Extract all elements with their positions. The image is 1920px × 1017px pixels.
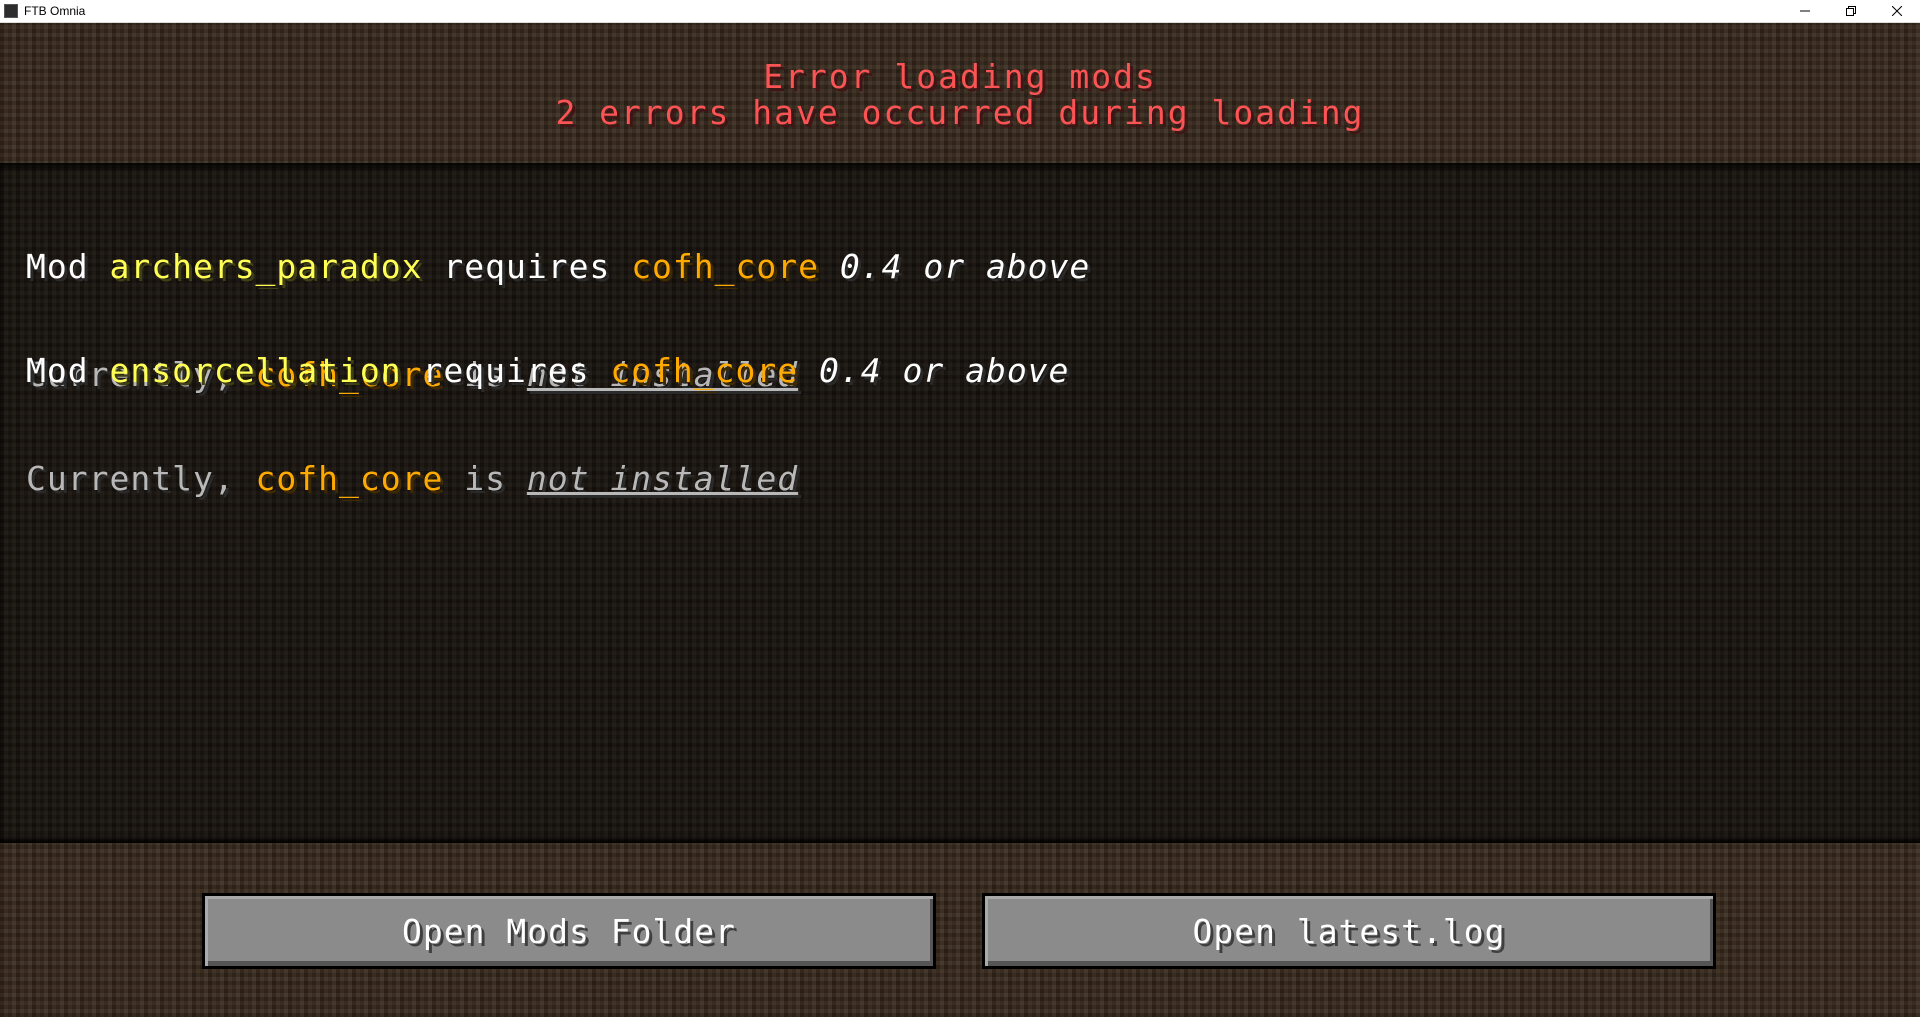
current-dependency: cofh_core <box>255 459 444 498</box>
is-text: is <box>443 459 527 498</box>
title-bar: FTB Omnia <box>0 0 1920 23</box>
close-icon[interactable] <box>1874 0 1920 22</box>
error-list[interactable]: Mod archers_paradox requires cofh_core 0… <box>0 163 1920 843</box>
error-header: Error loading mods 2 errors have occurre… <box>0 23 1920 163</box>
window-title: FTB Omnia <box>24 4 86 18</box>
error-requirement-line: Mod ensorcellation requires cofh_core 0.… <box>26 353 1069 389</box>
restore-icon[interactable] <box>1828 0 1874 22</box>
game-window: FTB Omnia Error loading mods 2 errors ha… <box>0 0 1920 1017</box>
install-status: not installed <box>526 459 799 498</box>
mod-prefix: Mod <box>26 351 110 390</box>
open-latest-log-button[interactable]: Open latest.log <box>982 893 1716 969</box>
window-controls <box>1782 0 1920 22</box>
mod-name: ensorcellation <box>109 351 402 390</box>
error-status-line: Currently, cofh_core is not installed <box>26 461 1069 497</box>
app-icon <box>4 4 18 18</box>
minimize-icon[interactable] <box>1782 0 1828 22</box>
error-requirement-line: Mod archers_paradox requires cofh_core 0… <box>26 249 1090 285</box>
dependency-name: cofh_core <box>610 351 799 390</box>
page-title: Error loading mods <box>763 57 1157 96</box>
requires-text: requires <box>401 351 611 390</box>
version-requirement: 0.4 or above <box>798 351 1070 390</box>
page-subtitle: 2 errors have occurred during loading <box>555 93 1365 132</box>
currently-text: Currently, <box>26 459 256 498</box>
list-item: Mod ensorcellation requires cofh_core 0.… <box>26 281 1069 569</box>
open-mods-folder-button[interactable]: Open Mods Folder <box>202 893 936 969</box>
